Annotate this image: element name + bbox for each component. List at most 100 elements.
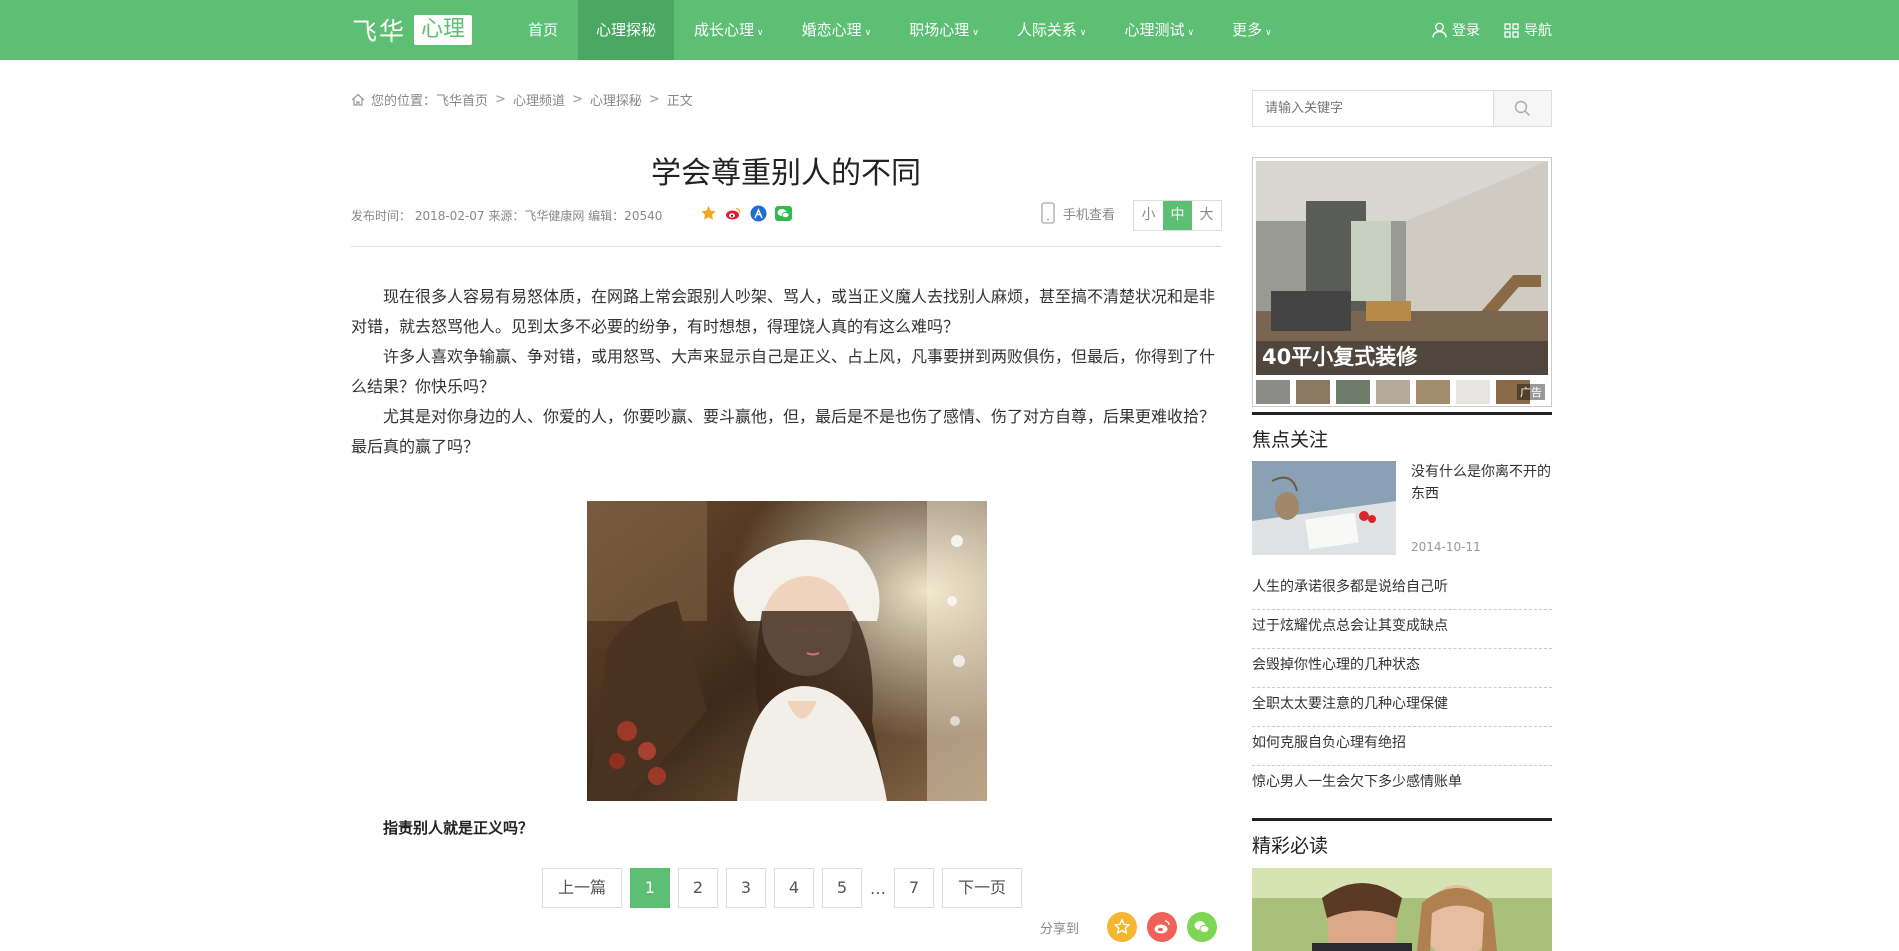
font-size-small[interactable]: 小 xyxy=(1134,201,1163,230)
focus-date: 2014-10-11 xyxy=(1411,540,1481,554)
title-divider xyxy=(351,246,1221,247)
logo-badge: 心理 xyxy=(414,15,473,45)
pagination-ellipsis: … xyxy=(870,878,887,898)
main-nav: 首页 心理探秘 成长心理 ∨ 婚恋心理 ∨ 职场心理 ∨ 人际关系 ∨ 心理测试 ∨ 更多 ∨ xyxy=(510,0,1292,60)
nav-item-label: 人际关系 xyxy=(1016,21,1077,39)
nav-item-label: 婚恋心理 xyxy=(801,21,862,39)
ad-banner[interactable]: 40平小复式装修 广告 xyxy=(1252,157,1552,407)
list-item[interactable]: 会毁掉你性心理的几种状态 xyxy=(1252,649,1552,688)
font-size-medium[interactable]: 中 xyxy=(1163,201,1192,230)
page-7-button[interactable]: 7 xyxy=(894,868,935,908)
nav-item[interactable]: 心理测试 ∨ xyxy=(1106,0,1212,60)
ad-thumbnails xyxy=(1256,380,1548,404)
favorite-icon[interactable] xyxy=(700,205,717,222)
nav-item-label: 职场心理 xyxy=(909,21,970,39)
share-label: 分享到 xyxy=(1040,921,1080,937)
ad-caption: 40平小复式装修 xyxy=(1262,345,1418,369)
focus-headline[interactable]: 没有什么是你离不开的东西 xyxy=(1411,461,1553,505)
focus-image[interactable] xyxy=(1252,461,1396,555)
renren-icon[interactable] xyxy=(750,205,767,222)
search-box xyxy=(1252,90,1552,127)
article-body: 现在很多人容易有易怒体质，在网路上常会跟别人吵架、骂人，或当正义魔人去找别人麻烦… xyxy=(351,282,1221,462)
article-paragraph: 许多人喜欢争输赢、争对错，或用怒骂、大声来显示自己是正义、占上风，凡事要拼到两败… xyxy=(351,347,1216,396)
nav-item[interactable]: 更多 ∨ xyxy=(1214,0,1290,60)
must-read-image[interactable] xyxy=(1252,868,1552,951)
mobile-view-link[interactable]: 手机查看 xyxy=(1041,202,1115,224)
list-item[interactable]: 过于炫耀优点总会让其变成缺点 xyxy=(1252,610,1552,649)
list-item[interactable]: 惊心男人一生会欠下多少感情账单 xyxy=(1252,766,1552,805)
next-page-button[interactable]: 下一页 xyxy=(942,868,1023,908)
nav-item[interactable]: 人际关系 ∨ xyxy=(999,0,1105,60)
share-bar: 分享到 xyxy=(1040,912,1227,942)
nav-item[interactable]: 婚恋心理 ∨ xyxy=(784,0,890,60)
must-read-section-title: 精彩必读 xyxy=(1252,818,1552,858)
search-button[interactable] xyxy=(1493,91,1551,126)
favorite-icon[interactable] xyxy=(1107,912,1138,942)
article-photo xyxy=(587,501,987,801)
ad-thumbnail[interactable] xyxy=(1376,380,1410,404)
nav-item[interactable]: 心理探秘 xyxy=(578,0,675,60)
header-tools: 登录 导航 xyxy=(1408,0,1552,60)
prev-article-button[interactable]: 上一篇 xyxy=(542,868,623,908)
breadcrumb-section[interactable]: 心理探秘 xyxy=(590,90,642,109)
login-link[interactable]: 登录 xyxy=(1432,20,1480,40)
ad-thumbnail[interactable] xyxy=(1336,380,1370,404)
breadcrumb-prefix: 您的位置： xyxy=(371,94,437,109)
page-4-button[interactable]: 4 xyxy=(774,868,815,908)
list-item[interactable]: 如何克服自负心理有绝招 xyxy=(1252,727,1552,766)
login-label: 登录 xyxy=(1452,23,1480,39)
font-size-switcher: 小 中 大 xyxy=(1133,200,1222,231)
breadcrumb-separator: > xyxy=(495,92,506,107)
page-5-button[interactable]: 5 xyxy=(822,868,863,908)
wechat-icon[interactable] xyxy=(1187,912,1218,942)
breadcrumb-home[interactable]: 飞华首页 xyxy=(436,90,488,109)
nav-item-label: 成长心理 xyxy=(694,21,755,39)
focus-list: 人生的承诺很多都是说给自己听 过于炫耀优点总会让其变成缺点 会毁掉你性心理的几种… xyxy=(1252,571,1552,805)
breadcrumb: 您的位置： 飞华首页 > 心理频道 > 心理探秘 > 正文 xyxy=(351,90,693,109)
list-item[interactable]: 全职太太要注意的几种心理保健 xyxy=(1252,688,1552,727)
home-icon xyxy=(351,93,365,106)
ad-thumbnail[interactable] xyxy=(1416,380,1450,404)
site-logo[interactable]: 飞华 心理 xyxy=(352,14,473,46)
search-icon xyxy=(1514,100,1530,116)
chevron-down-icon: ∨ xyxy=(972,28,979,38)
top-navigation-bar: 飞华 心理 首页 心理探秘 成长心理 ∨ 婚恋心理 ∨ 职场心理 ∨ 人际关系 ∨ 心理测试 ∨ 更多 ∨… xyxy=(0,0,1899,60)
chevron-down-icon: ∨ xyxy=(757,28,764,38)
nav-item[interactable]: 成长心理 ∨ xyxy=(676,0,782,60)
logo-text: 飞华 xyxy=(352,17,407,46)
site-guide-link[interactable]: 导航 xyxy=(1504,20,1552,40)
breadcrumb-current: 正文 xyxy=(666,94,693,109)
chevron-down-icon: ∨ xyxy=(864,28,872,38)
article-meta: 发布时间： 2018-02-07 来源：飞华健康网 编辑：20540 xyxy=(351,209,663,223)
article-title: 学会尊重别人的不同 xyxy=(651,156,921,191)
ad-thumbnail[interactable] xyxy=(1256,380,1290,404)
chevron-down-icon: ∨ xyxy=(1187,28,1195,38)
page-1-button[interactable]: 1 xyxy=(630,868,671,908)
focus-section-title: 焦点关注 xyxy=(1252,412,1552,452)
article-subheading: 指责别人就是正义吗？ xyxy=(383,819,534,837)
ad-image: 40平小复式装修 xyxy=(1256,161,1548,375)
meta-share-icons xyxy=(700,205,800,222)
nav-item[interactable]: 职场心理 ∨ xyxy=(891,0,997,60)
grid-icon xyxy=(1504,22,1519,38)
wechat-icon[interactable] xyxy=(775,205,792,222)
search-input[interactable] xyxy=(1253,91,1493,126)
page-3-button[interactable]: 3 xyxy=(726,868,767,908)
ad-tag: 广告 xyxy=(1517,384,1545,400)
phone-icon xyxy=(1041,202,1055,224)
nav-item-label: 更多 xyxy=(1232,21,1263,39)
weibo-icon[interactable] xyxy=(1147,912,1178,942)
nav-item[interactable]: 首页 xyxy=(510,0,576,60)
list-item[interactable]: 人生的承诺很多都是说给自己听 xyxy=(1252,571,1552,610)
ad-thumbnail[interactable] xyxy=(1296,380,1330,404)
chevron-down-icon: ∨ xyxy=(1079,28,1087,38)
breadcrumb-channel[interactable]: 心理频道 xyxy=(513,90,565,109)
weibo-icon[interactable] xyxy=(725,205,742,222)
article-paragraph: 尤其是对你身边的人、你爱的人，你要吵赢、要斗赢他，但，最后是不是也伤了感情、伤了… xyxy=(351,407,1216,456)
ad-thumbnail[interactable] xyxy=(1456,380,1490,404)
font-size-large[interactable]: 大 xyxy=(1192,201,1221,230)
guide-label: 导航 xyxy=(1524,23,1552,39)
user-icon xyxy=(1432,22,1447,38)
nav-item-label: 首页 xyxy=(528,21,559,39)
page-2-button[interactable]: 2 xyxy=(678,868,719,908)
